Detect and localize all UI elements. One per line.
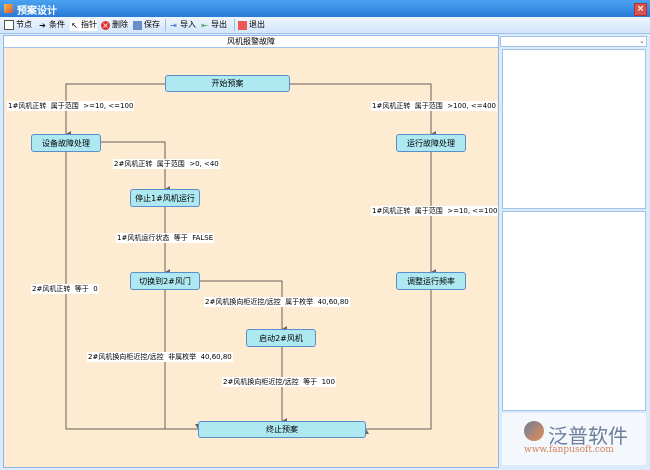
edge-label[interactable]: 1#风机运行状态 等于 FALSE <box>116 233 215 243</box>
node-switch-damper2[interactable]: 切换到2#风门 <box>130 272 200 290</box>
delete-icon: × <box>101 20 110 30</box>
edge-label[interactable]: 2#风机换向柜近控/远控 等于 100 <box>222 377 336 387</box>
node-end[interactable]: 终止预案 <box>198 421 366 438</box>
node-equipment-fault[interactable]: 设备故障处理 <box>31 134 101 152</box>
window: 预案设计 × 节点 ➔ 条件 ↖ 指针 × 删除 保存 ⇥ 导入 ⇤ 导出 退出 风机报警… <box>0 0 650 470</box>
exit-icon <box>238 20 247 30</box>
close-button[interactable]: × <box>634 3 647 16</box>
arrow-icon: ➔ <box>39 20 46 30</box>
delete-label: 删除 <box>112 20 128 29</box>
export-label: 导出 <box>211 20 227 29</box>
export-icon: ⇤ <box>201 20 208 30</box>
design-panel: 风机报警故障 开始预案 设备故障处理 运行故障处理 停止1#风机运行 切换到2#… <box>3 35 499 468</box>
edge-label[interactable]: 2#风机换向柜近控/远控 属于枚举 40,60,80 <box>204 297 350 307</box>
edge-label[interactable]: 2#风机正转 属于范围 >0, <40 <box>113 159 220 169</box>
logo-mark-icon <box>524 421 544 441</box>
condition-button[interactable]: ➔ 条件 <box>38 19 65 31</box>
node-run-fault[interactable]: 运行故障处理 <box>396 134 466 152</box>
logo-url: www.fanpusoft.com <box>524 445 614 455</box>
pointer-label: 指针 <box>81 20 97 29</box>
edge-label[interactable]: 2#风机换向柜近控/远控 非属枚举 40,60,80 <box>87 352 233 362</box>
chevron-down-icon[interactable]: ⌄ <box>639 37 645 45</box>
delete-button[interactable]: × 删除 <box>101 19 128 31</box>
node-stop-fan1[interactable]: 停止1#风机运行 <box>130 189 200 207</box>
import-icon: ⇥ <box>170 20 177 30</box>
pointer-button[interactable]: ↖ 指针 <box>70 19 97 31</box>
node-start-fan2[interactable]: 启动2#风机 <box>246 329 316 347</box>
node-start[interactable]: 开始预案 <box>165 75 290 92</box>
window-title: 预案设计 <box>17 6 57 17</box>
app-icon <box>4 4 13 13</box>
edge-label[interactable]: 1#风机正转 属于范围 >=10, <=100 <box>371 206 499 216</box>
toolbar: 节点 ➔ 条件 ↖ 指针 × 删除 保存 ⇥ 导入 ⇤ 导出 退出 <box>0 17 650 34</box>
node-icon <box>4 20 14 30</box>
edge-label[interactable]: 1#风机正转 属于范围 >100, <=400 <box>371 101 497 111</box>
divider <box>234 19 235 31</box>
logo: 泛普软件 www.fanpusoft.com <box>502 413 646 465</box>
edge-label[interactable]: 1#风机正转 属于范围 >=10, <=100 <box>7 101 135 111</box>
canvas-header: 风机报警故障 <box>4 36 498 48</box>
save-button[interactable]: 保存 <box>133 19 160 31</box>
edge-e10 <box>363 290 432 434</box>
node-adjust-frequency[interactable]: 调整运行频率 <box>396 272 466 290</box>
pointer-icon: ↖ <box>71 20 78 30</box>
flow-canvas[interactable]: 开始预案 设备故障处理 运行故障处理 停止1#风机运行 切换到2#风门 调整运行… <box>4 48 499 467</box>
title-bar: 预案设计 × <box>0 0 650 17</box>
properties-panel-bottom <box>502 211 646 411</box>
node-select-dropdown[interactable]: ⌄ <box>500 36 647 47</box>
import-button[interactable]: ⇥ 导入 <box>169 19 196 31</box>
save-icon <box>133 20 142 30</box>
exit-button[interactable]: 退出 <box>238 19 265 31</box>
node-label: 节点 <box>16 20 32 29</box>
exit-label: 退出 <box>249 20 265 29</box>
save-label: 保存 <box>144 20 160 29</box>
condition-label: 条件 <box>49 20 65 29</box>
edge-label[interactable]: 2#风机正转 等于 0 <box>31 284 99 294</box>
properties-panel-top <box>502 49 646 209</box>
export-button[interactable]: ⇤ 导出 <box>200 19 227 31</box>
import-label: 导入 <box>180 20 196 29</box>
divider <box>165 19 166 31</box>
node-button[interactable]: 节点 <box>4 19 32 31</box>
